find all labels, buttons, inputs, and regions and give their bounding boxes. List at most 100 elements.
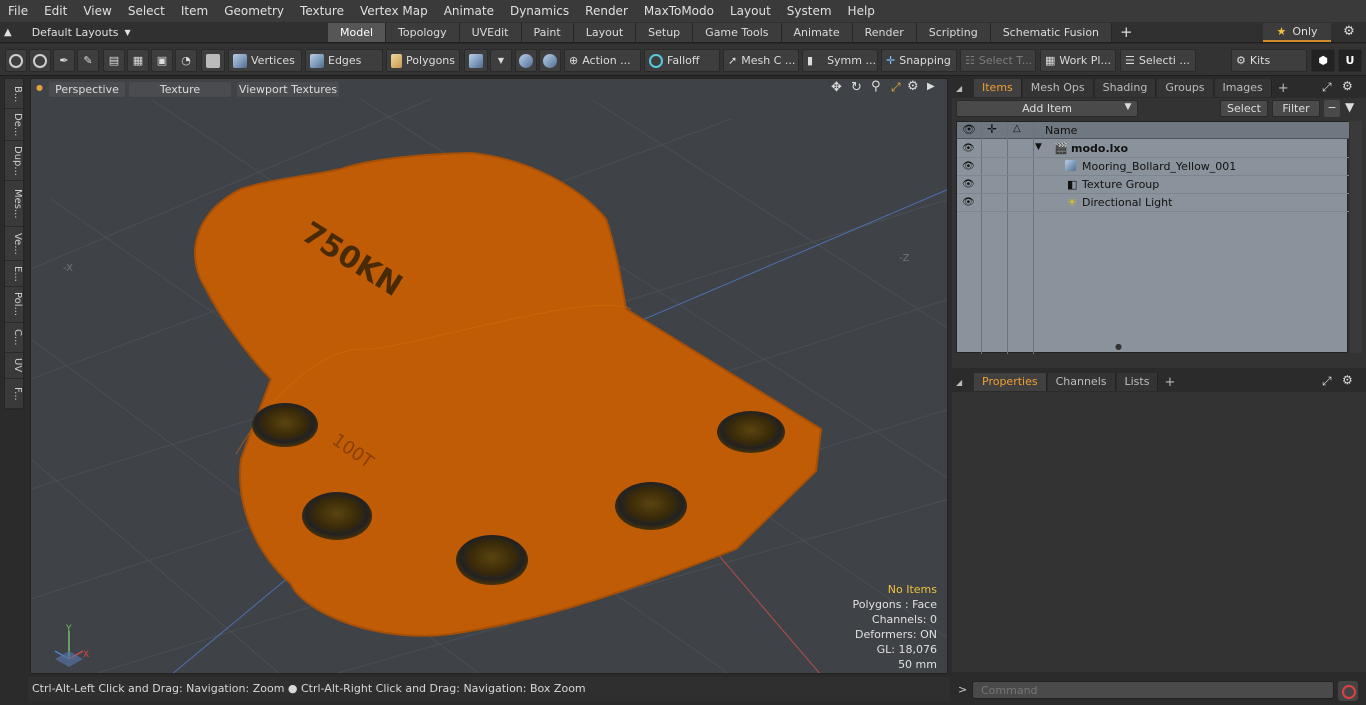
gear-icon[interactable]: ⚙ (1342, 373, 1353, 387)
kits-button[interactable]: ⚙ Kits (1231, 49, 1307, 72)
menu-dynamics[interactable]: Dynamics (502, 4, 577, 18)
symmetry-y-button[interactable] (539, 49, 561, 72)
eye-icon[interactable]: 👁 (962, 179, 975, 190)
left-tab-uv[interactable]: UV (5, 353, 23, 379)
work-plane-button[interactable]: ▦ Work Pl... (1040, 49, 1116, 72)
left-tab-polygon[interactable]: Pol... (5, 287, 23, 323)
selection-dropdown[interactable]: ▼ (490, 49, 512, 72)
align-button[interactable]: ▤ (103, 49, 125, 72)
tree-scrollbar[interactable] (1350, 121, 1362, 353)
frame-button[interactable]: ▣ (151, 49, 173, 72)
menu-layout[interactable]: Layout (722, 4, 779, 18)
tab-schematic-fusion[interactable]: Schematic Fusion (990, 23, 1113, 42)
tree-row-modo-lxo[interactable]: 👁 ▼ 🎬 modo.lxo (957, 140, 1349, 158)
tab-properties[interactable]: Properties (974, 373, 1047, 391)
gear-icon[interactable]: ⚙ (1342, 79, 1353, 93)
eye-icon[interactable]: 👁 (962, 161, 975, 172)
add-tab-button[interactable]: + (1112, 23, 1141, 42)
pivot-header-icon[interactable]: △ (1013, 123, 1021, 134)
left-tab-basic[interactable]: B... (5, 81, 23, 109)
menu-texture[interactable]: Texture (292, 4, 352, 18)
move-icon[interactable]: ✥ (831, 80, 842, 95)
add-panel-tab-button[interactable]: + (1272, 81, 1295, 96)
tab-groups[interactable]: Groups (1157, 79, 1214, 97)
left-tab-vertex[interactable]: Ve... (5, 227, 23, 261)
menu-select[interactable]: Select (120, 4, 173, 18)
tab-topology[interactable]: Topology (386, 23, 460, 42)
menu-view[interactable]: View (75, 4, 119, 18)
item-mode-button[interactable] (201, 49, 225, 72)
vertices-button[interactable]: Vertices (228, 49, 302, 72)
menu-maxtomodo[interactable]: MaxToModo (636, 4, 722, 18)
tab-scripting[interactable]: Scripting (916, 23, 991, 42)
tab-render[interactable]: Render (852, 23, 917, 42)
tab-items[interactable]: Items (974, 79, 1022, 97)
maximize-icon[interactable]: ⤢ (891, 80, 901, 95)
resize-handle-icon[interactable]: ● (1115, 342, 1122, 351)
polygons-button[interactable]: Polygons (386, 49, 460, 72)
menu-item[interactable]: Item (173, 4, 216, 18)
left-tab-fusion[interactable]: F... (5, 379, 23, 409)
eye-icon[interactable]: 👁 (962, 143, 975, 154)
tab-mesh-ops[interactable]: Mesh Ops (1022, 79, 1094, 97)
tab-lists[interactable]: Lists (1116, 373, 1159, 391)
texture-button[interactable]: Texture (129, 82, 231, 97)
tree-row-texture-group[interactable]: 👁 ◧ Texture Group (957, 176, 1349, 194)
chevron-right-icon[interactable]: ▶ (927, 81, 935, 92)
left-tab-mesh[interactable]: Mes... (5, 181, 23, 227)
symmetry-button[interactable]: ▮ Symm ... (802, 49, 878, 72)
collapse-icon[interactable]: − (1324, 100, 1340, 117)
grid-button[interactable]: ▦ (127, 49, 149, 72)
brush-button[interactable]: ✎ (77, 49, 99, 72)
eye-icon[interactable]: 👁 (962, 197, 975, 208)
filter-button[interactable]: Filter (1272, 100, 1320, 117)
tab-images[interactable]: Images (1214, 79, 1272, 97)
lock-header-icon[interactable]: ✛ (987, 122, 997, 136)
selection-sets-button[interactable]: ☰ Selecti ... (1120, 49, 1196, 72)
panel-menu-icon[interactable]: ◢ (952, 84, 964, 93)
left-tab-curve[interactable]: C... (5, 323, 23, 353)
action-center-button[interactable]: ⊕ Action ... (564, 49, 641, 72)
menu-file[interactable]: File (0, 4, 36, 18)
clock-button[interactable]: ◔ (175, 49, 197, 72)
tab-paint[interactable]: Paint (521, 23, 574, 42)
menu-edit[interactable]: Edit (36, 4, 75, 18)
symmetry-x-button[interactable] (515, 49, 537, 72)
falloff-button[interactable]: Falloff (644, 49, 720, 72)
unreal-button[interactable]: U (1338, 49, 1362, 72)
menu-render[interactable]: Render (577, 4, 636, 18)
only-button[interactable]: ★ Only (1263, 23, 1331, 42)
menu-system[interactable]: System (779, 4, 840, 18)
chevron-down-icon[interactable]: ▼ (1118, 100, 1138, 117)
gear-icon[interactable]: ⚙ (1340, 24, 1358, 41)
tab-setup[interactable]: Setup (636, 23, 694, 42)
funnel-icon[interactable]: ▼ (1345, 100, 1354, 114)
tree-row-directional-light[interactable]: 👁 ☀ Directional Light (957, 194, 1349, 212)
circle-select-button[interactable] (5, 49, 27, 72)
left-tab-edge[interactable]: E... (5, 261, 23, 287)
add-panel-tab-button[interactable]: + (1158, 375, 1181, 390)
tab-game-tools[interactable]: Game Tools (693, 23, 782, 42)
gear-icon[interactable]: ⚙ (907, 79, 919, 94)
expand-icon[interactable]: ⤢ (1322, 374, 1332, 389)
snapping-button[interactable]: ✛ Snapping (881, 49, 957, 72)
stop-icon[interactable] (1338, 681, 1358, 701)
select-button[interactable]: Select (1220, 100, 1268, 117)
perspective-button[interactable]: Perspective (49, 82, 125, 97)
globe-button[interactable] (29, 49, 51, 72)
menu-animate[interactable]: Animate (436, 4, 502, 18)
tab-layout[interactable]: Layout (573, 23, 637, 42)
left-tab-deform[interactable]: De... (5, 109, 23, 141)
default-layouts-dropdown[interactable]: ▲ Default Layouts ▼ (4, 24, 131, 41)
menu-help[interactable]: Help (840, 4, 883, 18)
left-tab-duplicate[interactable]: Dup... (5, 141, 23, 181)
command-input[interactable] (972, 681, 1334, 699)
zoom-icon[interactable]: ⚲ (871, 79, 881, 94)
mesh-constraint-button[interactable]: ➚ Mesh C ... (723, 49, 799, 72)
tab-model[interactable]: Model (328, 23, 387, 42)
tab-shading[interactable]: Shading (1094, 79, 1157, 97)
expand-triangle-icon[interactable]: ▼ (1035, 142, 1042, 152)
pen-button[interactable]: ✒ (53, 49, 75, 72)
panel-menu-icon[interactable]: ◢ (952, 378, 964, 387)
tab-channels[interactable]: Channels (1047, 373, 1116, 391)
